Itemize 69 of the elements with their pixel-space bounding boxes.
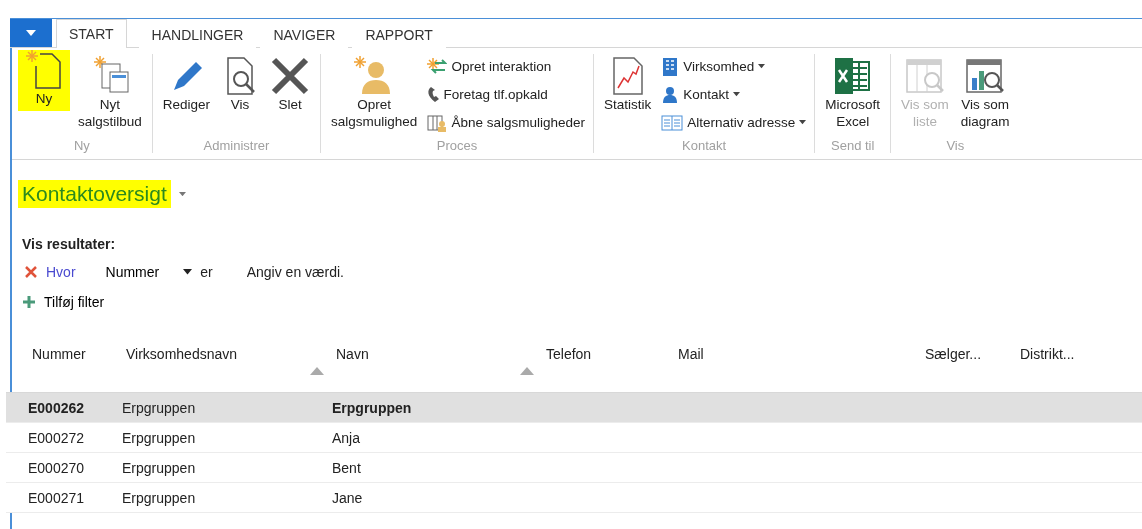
table-cell-text: Anja [332, 429, 362, 446]
ribbon-button[interactable]: Rediger [158, 54, 215, 115]
ribbon-button[interactable]: Alternativ adresse [659, 110, 809, 135]
field-dropdown[interactable]: Nummer [105, 264, 193, 280]
table-cell-text: Bent [332, 459, 362, 476]
ribbon-button[interactable]: Microsoft Excel [821, 54, 885, 132]
ribbon-button[interactable]: Kontakt [659, 82, 809, 107]
ribbon-button[interactable]: Statistik [600, 54, 656, 115]
column-header[interactable]: Telefon [546, 346, 592, 362]
table-cell-text: Jane [332, 489, 364, 506]
add-filter-button[interactable]: Tilføj filter [22, 294, 1142, 310]
table-person-icon [427, 113, 448, 132]
ribbon-button[interactable]: Virksomhed [659, 54, 809, 79]
plus-icon [22, 295, 36, 309]
phone-icon [427, 87, 440, 102]
table-cell-text: Erpgruppen [122, 459, 197, 476]
column-header[interactable]: Sælger... [925, 346, 982, 362]
group-label: Send til [831, 138, 875, 153]
table-cell-text: E000272 [28, 429, 86, 446]
page-title: Kontaktoversigt [18, 180, 171, 208]
table-cell-text: Erpgruppen [122, 399, 197, 416]
table-cell-text: Erpgruppen [332, 399, 413, 416]
ribbon-button[interactable]: Åbne salgsmuligheder [425, 110, 587, 135]
table-row[interactable]: E000270 Erpgruppen Bent [6, 453, 1142, 483]
ribbon-button[interactable]: Nyt salgstilbud [74, 54, 146, 132]
chart-search-icon [965, 56, 1006, 96]
close-icon [270, 56, 311, 96]
ribbon-button[interactable]: Vis som diagram [956, 54, 1014, 132]
filter-heading: Vis resultater: [22, 236, 117, 252]
ribbon-button[interactable]: Vis [218, 54, 263, 115]
ribbon-button[interactable]: Foretag tlf.opkald [425, 82, 587, 107]
caret-icon [799, 120, 807, 125]
filter-link[interactable]: Hvor [46, 264, 76, 280]
building-icon [661, 56, 680, 77]
column-header[interactable]: Nummer [32, 346, 86, 362]
app-menu-button[interactable] [10, 19, 52, 47]
column-header[interactable]: Mail [678, 346, 704, 362]
group-label: Kontakt [682, 138, 727, 153]
caret-icon [733, 92, 741, 97]
close-icon [24, 265, 38, 279]
caret-icon [26, 30, 36, 36]
group-label: Vis [946, 138, 965, 153]
column-header[interactable]: Distrikt... [1020, 346, 1075, 362]
person-icon [661, 85, 680, 104]
caret-icon [758, 64, 766, 69]
spreadsheet-icon [832, 56, 873, 96]
address-book-icon [661, 113, 684, 132]
caret-icon [178, 191, 186, 197]
column-header[interactable]: Navn [336, 346, 369, 362]
table-cell-text: E000270 [28, 459, 86, 476]
table-row[interactable]: E000262 Erpgruppen Erpgruppen [6, 393, 1142, 423]
caret-icon [183, 269, 193, 275]
table-cell-text: E000262 [28, 399, 86, 416]
ribbon-button[interactable]: Ny [18, 50, 70, 111]
ribbon-tab[interactable]: START [56, 19, 127, 48]
new-document-icon [26, 50, 62, 90]
group-label: Administrer [203, 138, 270, 153]
list-search-icon [904, 56, 945, 96]
ribbon-button[interactable]: Slet [266, 54, 315, 115]
table-row[interactable]: E000272 Erpgruppen Anja [6, 423, 1142, 453]
column-header[interactable]: Virksomhedsnavn [126, 346, 238, 362]
table-row[interactable]: E000271 Erpgruppen Jane [6, 483, 1142, 513]
table-cell-text: E000271 [28, 489, 86, 506]
ribbon-button[interactable]: Opret salgsmulighed [327, 54, 422, 132]
group-label: Ny [73, 138, 90, 153]
operator-text: er [200, 264, 213, 280]
group-label: Proces [436, 138, 478, 153]
arrows-icon [427, 57, 448, 76]
ribbon-button[interactable]: Opret interaktion [425, 54, 587, 79]
